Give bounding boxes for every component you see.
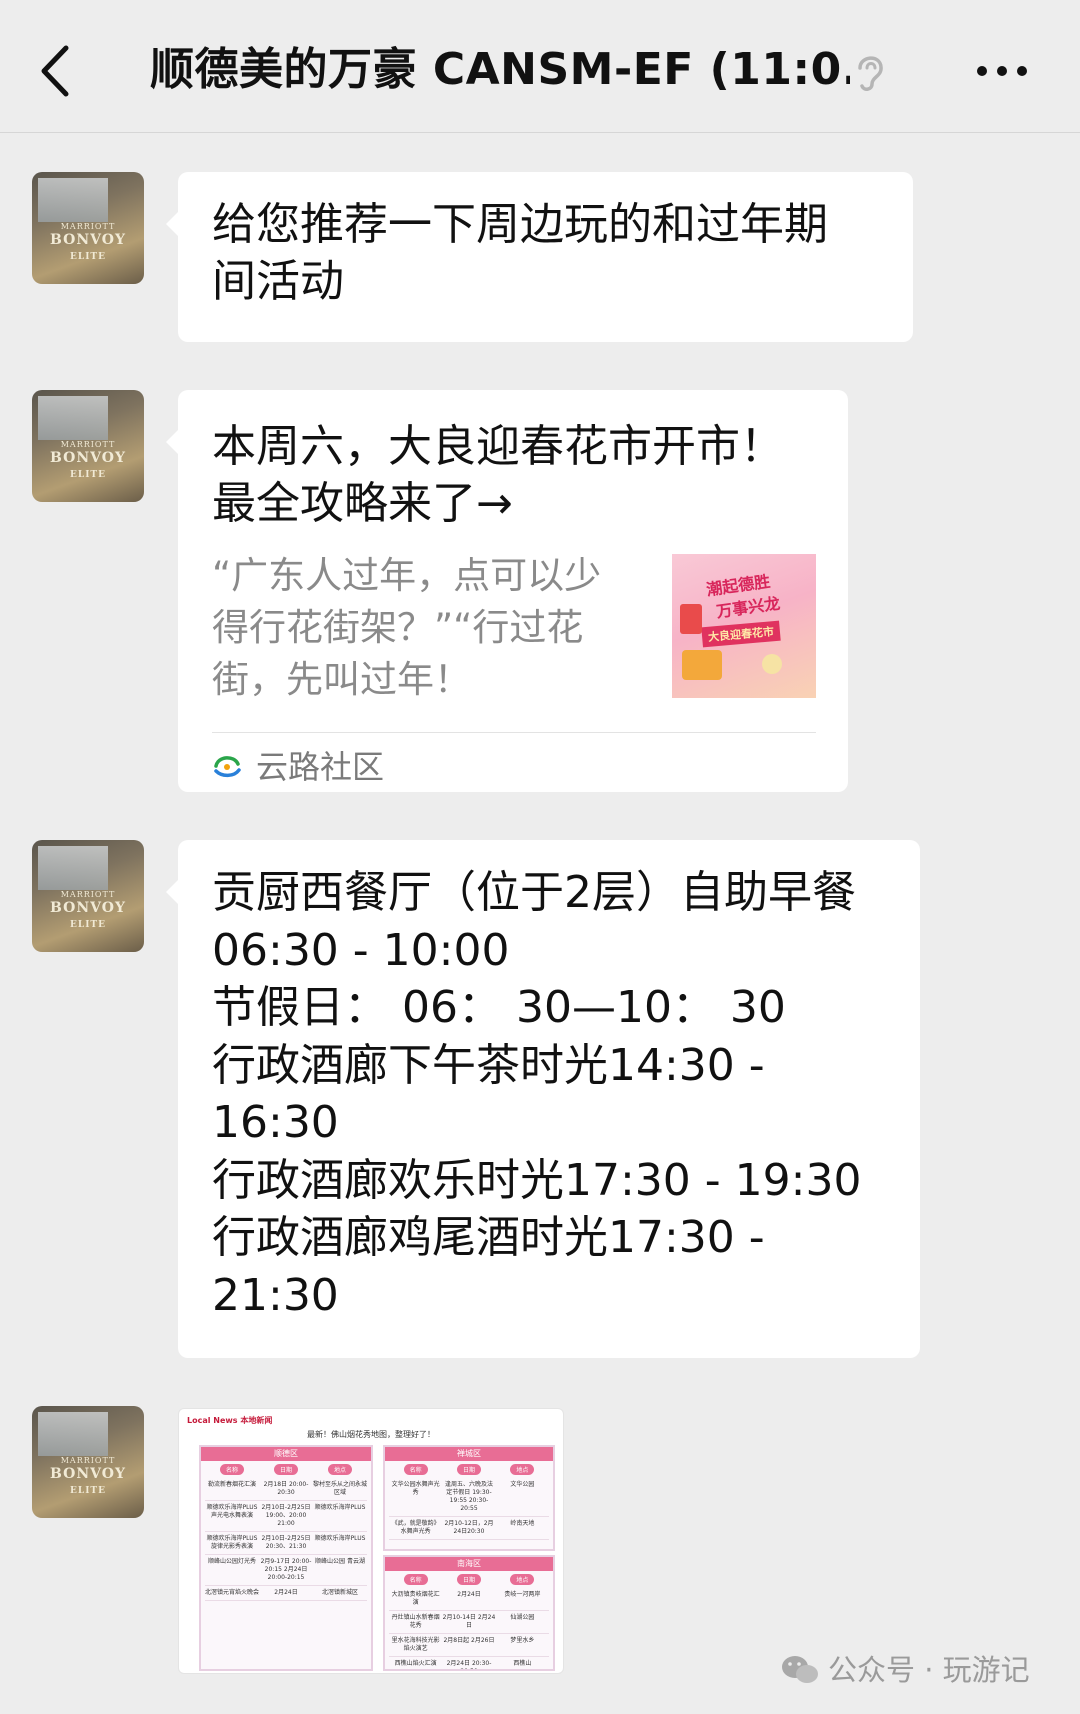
table-cell: 丹灶镇山水新春烟花秀	[391, 1614, 440, 1629]
table-cell: 贵岐一河两岸	[504, 1591, 541, 1598]
map-panel-nanhai: 南海区 名称 日期 地点 大沥镇贵岐烟花汇演 2月24日 贵岐一河两岸 丹灶镇山水新春烟花秀 2…	[383, 1555, 555, 1671]
link-thumbnail: 潮起德胜 万事兴龙 大良迎春花市	[672, 554, 816, 698]
wechat-icon	[780, 1654, 820, 1686]
table-row: 顺德欢乐海岸PLUS声光电水舞表演 2月10日-2月25日 19:00、20:00…	[205, 1501, 367, 1532]
sender-avatar[interactable]: MARRIOTT BONVOY ELITE	[32, 390, 144, 502]
table-cell: 西樵山	[513, 1660, 532, 1667]
avatar-brand-top: MARRIOTT	[60, 222, 116, 231]
table-cell: 顺德欢乐海岸PLUS旋律光影秀表演	[206, 1535, 258, 1550]
table-row: 里水花海科技光影焰火演艺 2月8日起 2月26日 梦里水乡	[389, 1634, 549, 1657]
image-message[interactable]: Local News 本地新闻 最新！佛山烟花秀地图，整理好了！ 顺德区 名称 日期…	[178, 1408, 564, 1674]
link-source-name: 云路社区	[256, 748, 385, 786]
table-row: 顺峰山公园灯光秀 2月9-17日 20:00-20:15 2月24日 20:00-…	[205, 1555, 367, 1586]
message-bubble-text[interactable]: 贡厨西餐厅（位于2层）自助早餐 06:30 - 10:00 节假日： 06： 3…	[166, 840, 920, 1358]
table-row: 北滘镇元宵焰火晚会 2月24日 北滘镇新城区	[205, 1586, 367, 1601]
table-cell: 北滘镇新城区	[321, 1589, 358, 1596]
table-cell: 2月9-17日 20:00-20:15 2月24日 20:00-20:15	[260, 1558, 312, 1581]
column-header: 日期	[273, 1464, 298, 1475]
table-cell: 顺德欢乐海岸PLUS声光电水舞表演	[206, 1504, 258, 1519]
table-cell: 《武，就是敬韵》水舞声光秀	[391, 1520, 440, 1535]
link-title: 本周六，大良迎春花市开市！ 最全攻略来了→	[212, 421, 784, 529]
table-cell: 文华公园水舞声光秀	[391, 1481, 440, 1496]
column-header: 日期	[456, 1464, 481, 1475]
table-row: 顺德欢乐海岸PLUS旋律光影秀表演 2月10日-2月25日 20:30、21:30…	[205, 1532, 367, 1555]
table-cell: 顺德欢乐海岸PLUS	[314, 1504, 366, 1511]
panel-title: 南海区	[385, 1557, 553, 1571]
table-cell: 2月10日-2月25日 19:00、20:00 21:00	[261, 1504, 311, 1527]
panel-columns: 名称 日期 地点	[201, 1461, 371, 1478]
table-cell: 顺峰山公园 青云湖	[315, 1558, 365, 1565]
table-cell: 2月10日-2月25日 20:30、21:30	[261, 1535, 311, 1550]
table-cell: 2月8日起 2月26日	[443, 1637, 495, 1644]
column-header: 名称	[403, 1574, 428, 1585]
table-row: 文华公园水舞声光秀 逢周五、六晚及法定节假日 19:30-19:55 20:30-…	[389, 1478, 549, 1517]
table-cell: 2月24日	[457, 1591, 481, 1598]
table-cell: 黎村至乐从之间永城区域	[313, 1481, 368, 1496]
table-cell: 北滘镇元宵焰火晚会	[205, 1589, 260, 1596]
table-cell: 仙湖公园	[510, 1614, 535, 1621]
watermark-text: 公众号 · 玩游记	[828, 1653, 1030, 1687]
column-header: 地点	[510, 1464, 535, 1475]
table-cell: 顺峰山公园灯光秀	[207, 1558, 256, 1565]
column-header: 地点	[510, 1574, 535, 1585]
table-cell: 文华公园	[510, 1481, 535, 1488]
link-card[interactable]: 本周六，大良迎春花市开市！ 最全攻略来了→ “广东人过年，点可以少 得行花街架？…	[166, 390, 848, 792]
chevron-left-icon	[41, 45, 69, 97]
table-row: 勒流新春烟花汇演 2月18日 20:00-20:30 黎村至乐从之间永城区域	[205, 1478, 367, 1501]
table-row: 丹灶镇山水新春烟花秀 2月10-14日 2月24日 仙湖公园	[389, 1611, 549, 1634]
ear-icon	[852, 50, 888, 94]
table-cell: 2月10-14日 2月24日	[442, 1614, 496, 1629]
more-dots-icon	[977, 66, 1027, 76]
table-cell: 大沥镇贵岐烟花汇演	[391, 1591, 440, 1606]
table-row: 大沥镇贵岐烟花汇演 2月24日 贵岐一河两岸	[389, 1588, 549, 1611]
sender-avatar[interactable]: MARRIOTT BONVOY ELITE	[32, 172, 144, 284]
table-cell: 2月24日	[274, 1589, 298, 1596]
table-cell: 里水花海科技光影焰火演艺	[391, 1637, 440, 1652]
table-row: 西樵山焰火汇演 2月24日 20:30-20:50 西樵山	[389, 1657, 549, 1669]
table-cell: 顺德欢乐海岸PLUS	[314, 1535, 366, 1542]
panel-title: 顺德区	[201, 1447, 371, 1461]
message-bubble-text[interactable]: 给您推荐一下周边玩的和过年期 间活动	[166, 172, 913, 342]
table-cell: 2月24日 20:30-20:50	[446, 1660, 492, 1669]
column-header: 日期	[456, 1574, 481, 1585]
column-header: 地点	[327, 1464, 352, 1475]
panel-title: 禅城区	[385, 1447, 553, 1461]
avatar-brand-tier: ELITE	[70, 252, 106, 262]
back-button[interactable]	[28, 36, 88, 106]
panel-columns: 名称 日期 地点	[385, 1461, 553, 1478]
more-button[interactable]	[972, 58, 1032, 84]
table-cell: 岭南天地	[510, 1520, 535, 1527]
column-header: 名称	[219, 1464, 244, 1475]
table-cell: 2月10-12日，2月24日20:30	[444, 1520, 494, 1535]
sender-avatar[interactable]: MARRIOTT BONVOY ELITE	[32, 1406, 144, 1518]
chat-title: 顺德美的万豪 CANSM-EF (11:0...	[150, 44, 850, 95]
image-subtitle: 最新！佛山烟花秀地图，整理好了！	[307, 1430, 435, 1439]
sender-avatar[interactable]: MARRIOTT BONVOY ELITE	[32, 840, 144, 952]
link-description: “广东人过年，点可以少 得行花街架？”“行过花 街，先叫过年！	[212, 554, 602, 701]
column-header: 名称	[403, 1464, 428, 1475]
map-panel-shunde: 顺德区名称 日期 地点勒流新春烟花汇演 2月18日 20:00-20:30 黎村至乐从之…	[199, 1445, 373, 1671]
avatar-brand-main: BONVOY	[50, 232, 126, 248]
table-row: 《武，就是敬韵》水舞声光秀 2月10-12日，2月24日20:30 岭南天地	[389, 1517, 549, 1540]
table-cell: 西樵山焰火汇演	[394, 1660, 437, 1667]
table-cell: 勒流新春烟花汇演	[207, 1481, 256, 1488]
panel-columns: 名称 日期 地点	[385, 1571, 553, 1588]
table-cell: 逢周五、六晚及法定节假日 19:30-19:55 20:30-20:55	[444, 1481, 493, 1512]
table-cell: 2月18日 20:00-20:30	[263, 1481, 309, 1496]
table-cell: 梦里水乡	[510, 1637, 535, 1644]
image-news-header: Local News 本地新闻	[187, 1416, 273, 1425]
chat-header: 顺德美的万豪 CANSM-EF (11:0...	[0, 0, 1080, 133]
map-panel-chancheng: 禅城区名称 日期 地点文华公园水舞声光秀 逢周五、六晚及法定节假日 19:30-19:…	[383, 1445, 555, 1551]
source-logo-icon	[212, 752, 242, 782]
